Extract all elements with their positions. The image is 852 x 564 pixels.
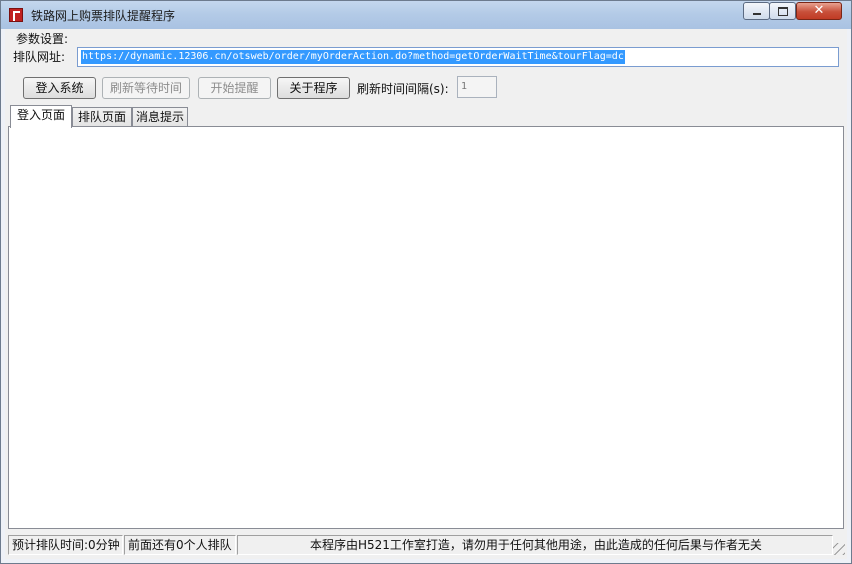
url-value-selected: https://dynamic.12306.cn/otsweb/order/my… (81, 50, 625, 64)
tab-messages[interactable]: 消息提示 (132, 107, 188, 127)
about-button[interactable]: 关于程序 (277, 77, 350, 99)
minimize-button[interactable] (743, 2, 770, 20)
refresh-wait-time-button[interactable]: 刷新等待时间 (102, 77, 190, 99)
resize-grip-icon[interactable] (833, 543, 845, 555)
close-button[interactable]: ✕ (796, 2, 842, 20)
close-icon: ✕ (813, 3, 825, 18)
login-button[interactable]: 登入系统 (23, 77, 96, 99)
status-disclaimer: 本程序由H521工作室打造，请勿用于任何其他用途，由此造成的任何后果与作者无关 (237, 535, 833, 555)
tab-login-page[interactable]: 登入页面 (10, 105, 72, 128)
title-bar[interactable]: 铁路网上购票排队提醒程序 ✕ (1, 1, 851, 29)
client-area: 参数设置: 排队网址: https://dynamic.12306.cn/ots… (5, 29, 847, 559)
maximize-button[interactable] (769, 2, 796, 20)
tab-content-panel[interactable] (8, 126, 844, 529)
start-remind-button[interactable]: 开始提醒 (198, 77, 271, 99)
status-estimate: 预计排队时间:0分钟 (8, 535, 123, 555)
tab-queue-page[interactable]: 排队页面 (72, 107, 132, 127)
interval-label: 刷新时间间隔(s): (357, 82, 449, 96)
status-bar: 预计排队时间:0分钟 前面还有0个人排队 本程序由H521工作室打造，请勿用于任… (5, 533, 847, 557)
params-section-label: 参数设置: (16, 32, 69, 46)
app-icon (9, 8, 23, 22)
url-label: 排队网址: (13, 50, 66, 64)
interval-input[interactable]: 1 (457, 76, 497, 98)
url-field[interactable]: https://dynamic.12306.cn/otsweb/order/my… (77, 47, 839, 67)
app-window: 铁路网上购票排队提醒程序 ✕ 参数设置: 排队网址: https://dynam… (0, 0, 852, 564)
status-queue-ahead: 前面还有0个人排队 (124, 535, 236, 555)
window-title: 铁路网上购票排队提醒程序 (31, 9, 176, 23)
